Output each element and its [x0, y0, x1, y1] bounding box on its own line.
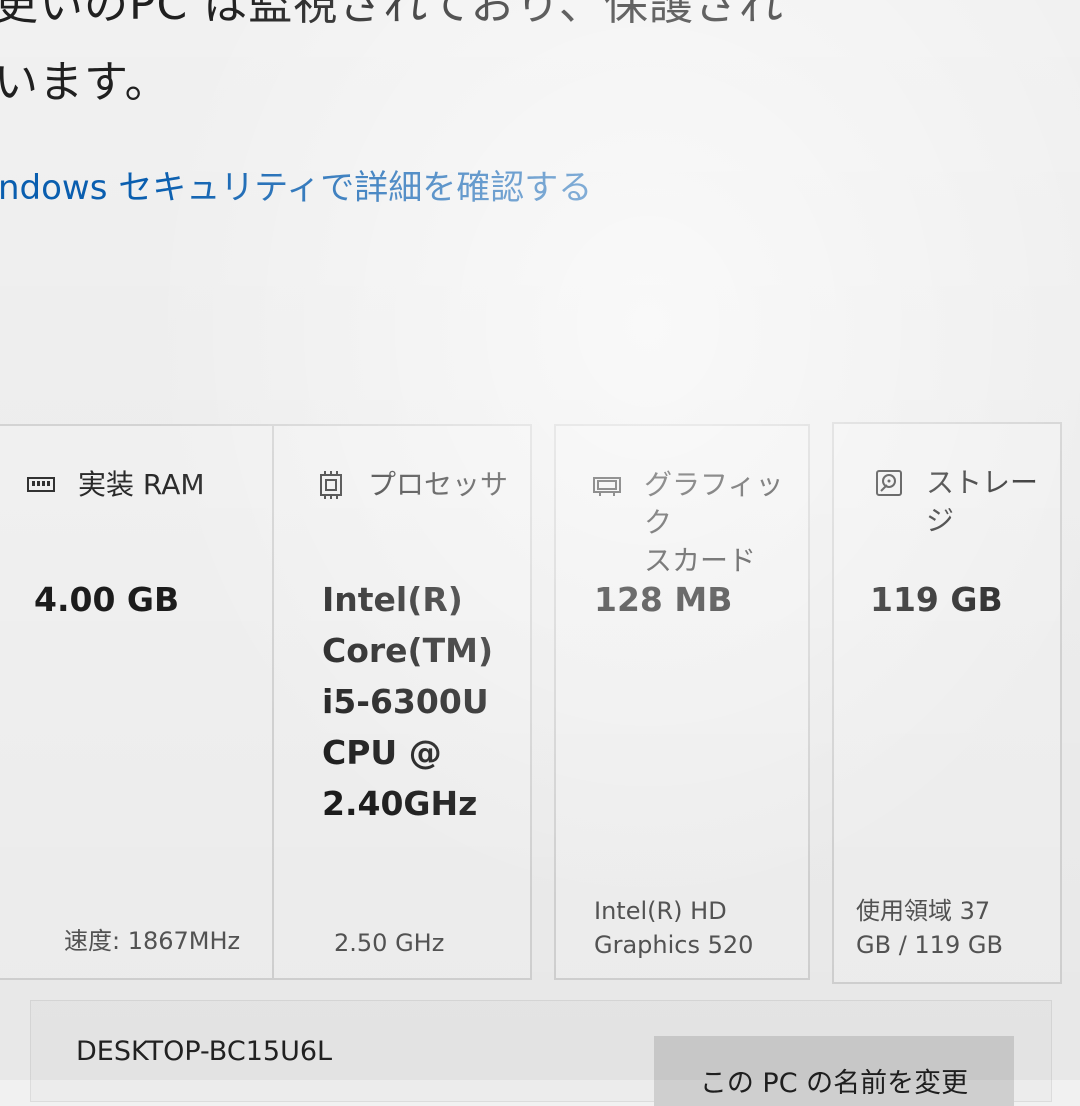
storage-title: ストレージ — [926, 466, 1039, 537]
processor-value: Intel(R) Core(TM) i5-6300U CPU @ 2.40GHz — [322, 580, 494, 823]
ram-title: 実装 RAM — [78, 468, 205, 501]
graphics-title: グラフィック スカード — [644, 468, 784, 577]
ram-detail: 速度: 1867MHz — [64, 927, 241, 955]
processor-icon — [320, 471, 342, 499]
ram-card: 実装 RAM 4.00 GB 速度: 1867MHz — [0, 424, 280, 980]
ram-value: 4.00 GB — [34, 580, 180, 619]
processor-detail: 2.50 GHz — [334, 929, 445, 957]
graphics-card-header: グラフィック スカード — [592, 466, 808, 580]
graphics-card-icon — [593, 477, 621, 496]
graphics-card: グラフィック スカード 128 MB Intel(R) HD Graphics … — [554, 424, 810, 980]
rename-pc-button[interactable]: この PC の名前を変更 — [654, 1036, 1014, 1106]
storage-card: ストレージ 119 GB 使用領域 37 GB / 119 GB — [832, 422, 1062, 984]
security-status-line-2: います。 — [0, 57, 170, 108]
device-name: DESKTOP-BC15U6L — [76, 1036, 333, 1067]
graphics-value: 128 MB — [594, 580, 733, 619]
storage-detail: 使用領域 37 GB / 119 GB — [856, 897, 1003, 959]
security-status-line-1: 更いのPC は監視されており、保護され — [0, 0, 784, 30]
security-status-text: 更いのPC は監視されており、保護され います。 — [0, 0, 1080, 122]
storage-card-header: ストレージ — [874, 464, 1060, 540]
storage-icon — [876, 470, 902, 496]
ram-card-header: 実装 RAM — [26, 466, 205, 504]
graphics-detail: Intel(R) HD Graphics 520 — [594, 897, 754, 959]
processor-card-header: プロセッサ — [316, 466, 508, 504]
windows-security-link[interactable]: ndows セキュリティで詳細を確認する — [0, 160, 592, 209]
processor-card: プロセッサ Intel(R) Core(TM) i5-6300U CPU @ 2… — [272, 424, 532, 980]
storage-value: 119 GB — [870, 580, 1003, 619]
memory-icon — [27, 477, 55, 492]
processor-title: プロセッサ — [368, 468, 509, 501]
